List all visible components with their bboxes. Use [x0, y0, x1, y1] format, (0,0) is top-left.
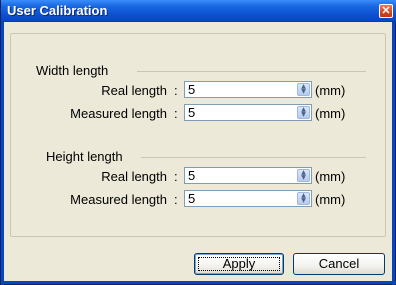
height-group-title: Height length: [46, 149, 123, 164]
close-icon[interactable]: ✕: [379, 4, 393, 18]
title-bar[interactable]: User Calibration ✕: [1, 0, 396, 22]
height-measured-spinbox[interactable]: 5 ▲ ▼: [184, 190, 312, 207]
height-real-label: Real length: [101, 169, 167, 184]
width-real-colon: :: [174, 83, 178, 98]
spinner-up-down-icon[interactable]: ▲ ▼: [297, 169, 310, 182]
window-border-right: [392, 22, 395, 285]
spinner-up-down-icon[interactable]: ▲ ▼: [297, 106, 310, 119]
height-measured-value[interactable]: 5: [188, 191, 195, 206]
height-real-colon: :: [174, 169, 178, 184]
height-measured-unit: (mm): [315, 192, 346, 207]
width-measured-label: Measured length: [70, 106, 167, 121]
width-measured-colon: :: [174, 106, 178, 121]
height-real-spinbox[interactable]: 5 ▲ ▼: [184, 167, 312, 184]
width-measured-value[interactable]: 5: [188, 105, 195, 120]
width-real-label: Real length: [101, 83, 167, 98]
spinner-up-down-icon[interactable]: ▲ ▼: [297, 83, 310, 96]
height-real-value[interactable]: 5: [188, 168, 195, 183]
window-title: User Calibration: [7, 3, 108, 18]
width-real-value[interactable]: 5: [188, 82, 195, 97]
width-measured-unit: (mm): [315, 106, 346, 121]
apply-button-label: Apply: [222, 256, 256, 271]
window-border-bottom: [1, 281, 396, 284]
cancel-button[interactable]: Cancel: [293, 253, 385, 275]
spinner-up-down-icon[interactable]: ▲ ▼: [297, 192, 310, 205]
width-real-unit: (mm): [315, 83, 346, 98]
height-group-divider: [141, 157, 366, 158]
width-group-divider: [137, 71, 366, 72]
width-real-spinbox[interactable]: 5 ▲ ▼: [184, 81, 312, 98]
cancel-button-label: Cancel: [318, 256, 360, 271]
dialog-window: User Calibration ✕ Width length Real len…: [0, 0, 396, 285]
width-measured-spinbox[interactable]: 5 ▲ ▼: [184, 104, 312, 121]
height-measured-colon: :: [174, 192, 178, 207]
height-real-unit: (mm): [315, 169, 346, 184]
window-border-left: [1, 22, 4, 285]
apply-button[interactable]: Apply: [194, 253, 284, 275]
height-measured-label: Measured length: [70, 192, 167, 207]
width-group-title: Width length: [36, 63, 109, 78]
